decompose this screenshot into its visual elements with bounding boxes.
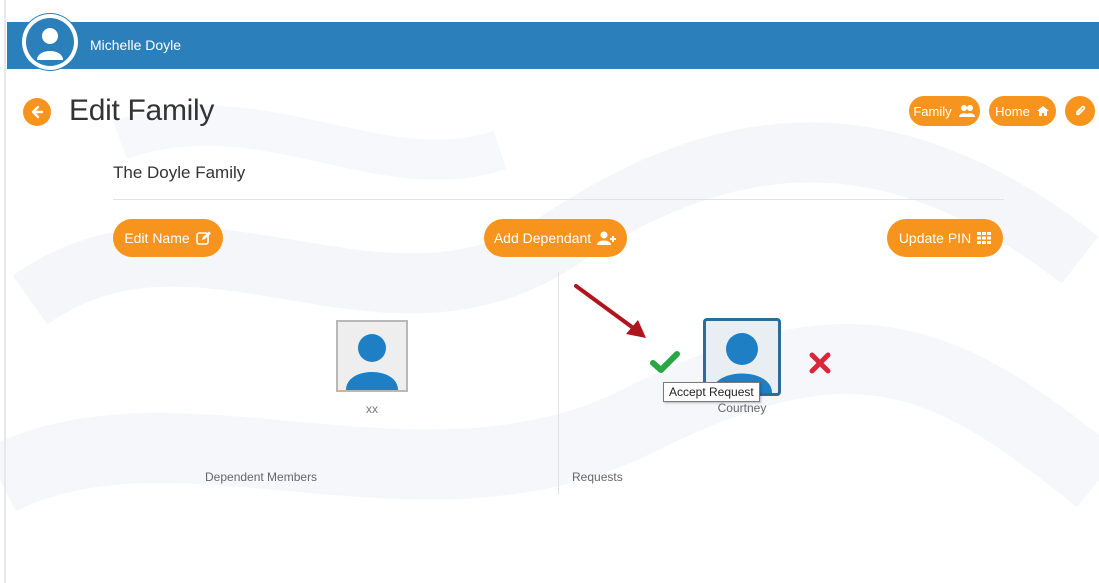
home-nav-button[interactable]: Home <box>989 96 1056 126</box>
reject-request-button[interactable] <box>808 351 832 380</box>
update-pin-button[interactable]: Update PIN <box>887 219 1003 257</box>
family-nav-button[interactable]: Family <box>909 96 980 126</box>
section-divider <box>113 199 1004 200</box>
update-pin-label: Update PIN <box>898 230 972 246</box>
page-title: Edit Family <box>69 94 215 127</box>
family-nav-label: Family <box>913 103 952 119</box>
checkmark-icon <box>650 351 680 373</box>
users-icon <box>958 105 975 117</box>
user-name: Michelle Doyle <box>90 37 182 53</box>
user-avatar-icon <box>346 334 398 390</box>
add-dependant-label: Add Dependant <box>493 230 592 246</box>
accept-request-button[interactable] <box>650 350 680 379</box>
home-icon <box>1036 106 1049 116</box>
back-button[interactable] <box>23 98 51 126</box>
x-icon <box>809 352 831 374</box>
edit-name-button[interactable]: Edit Name <box>113 219 223 257</box>
request-member-name: Courtney <box>717 401 767 415</box>
grid-icon <box>977 232 992 244</box>
user-plus-icon <box>597 231 617 245</box>
background-watermark <box>0 105 1099 512</box>
paperclip-icon <box>1075 105 1086 116</box>
left-edge-line <box>4 0 6 583</box>
dependent-member-name: xx <box>366 402 378 416</box>
edit-name-label: Edit Name <box>124 230 190 246</box>
home-nav-label: Home <box>995 103 1030 119</box>
column-divider <box>558 272 559 494</box>
attachment-button[interactable] <box>1065 96 1095 126</box>
accept-request-tooltip: Accept Request <box>663 382 760 402</box>
dependent-member-card[interactable] <box>336 320 408 392</box>
edit-icon <box>195 231 211 245</box>
user-avatar[interactable] <box>22 14 78 70</box>
family-name: The Doyle Family <box>113 163 246 182</box>
annotation-arrow <box>574 284 646 338</box>
requests-label: Requests <box>572 470 623 484</box>
user-avatar-icon <box>37 28 63 60</box>
add-dependant-button[interactable]: Add Dependant <box>484 219 627 257</box>
back-arrow-icon <box>31 105 44 119</box>
dependent-members-label: Dependent Members <box>205 470 318 484</box>
